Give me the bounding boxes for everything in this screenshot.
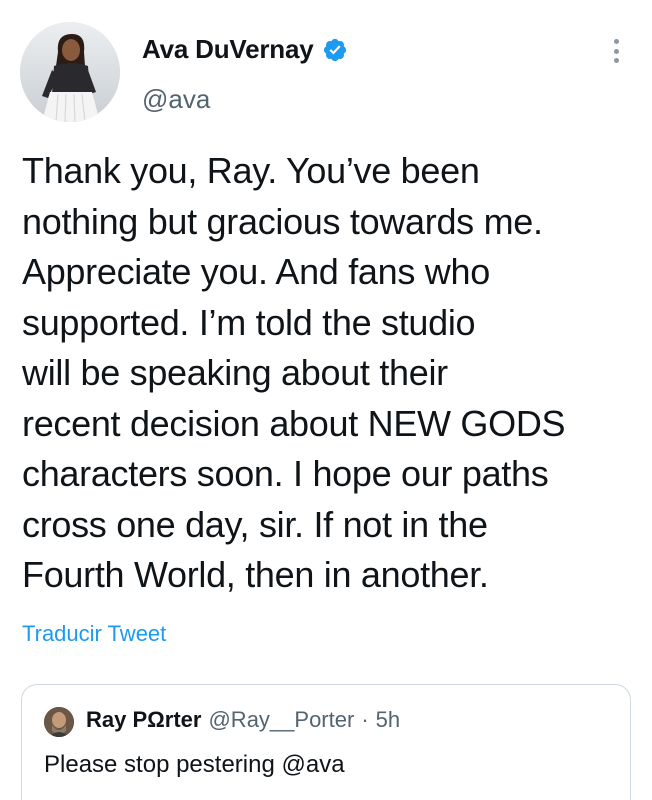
author-handle[interactable]: @ava xyxy=(142,84,210,115)
quoted-tweet-header: Ray PΩrter @Ray__Porter · 5h xyxy=(86,707,400,733)
author-name-row: Ava DuVernay xyxy=(142,34,348,65)
more-options-icon[interactable] xyxy=(606,36,626,66)
tweet-text: Thank you, Ray. You’ve been nothing but … xyxy=(22,150,566,595)
quoted-author-avatar[interactable] xyxy=(44,707,74,737)
tweet-detail: Ava DuVernay @ava Thank you, Ray. You’ve… xyxy=(0,0,652,800)
quoted-author-handle[interactable]: @Ray__Porter xyxy=(208,707,354,733)
quoted-tweet[interactable]: Ray PΩrter @Ray__Porter · 5h Please stop… xyxy=(21,684,631,800)
author-avatar-image xyxy=(20,22,120,122)
quoted-tweet-text: Please stop pestering @ava xyxy=(44,751,345,778)
author-avatar[interactable] xyxy=(20,22,120,122)
author-display-name[interactable]: Ava DuVernay xyxy=(142,34,314,65)
quoted-timestamp[interactable]: 5h xyxy=(376,707,400,733)
quoted-separator: · xyxy=(361,707,369,732)
verified-badge-icon xyxy=(323,38,346,61)
quoted-author-avatar-image xyxy=(44,707,74,737)
quoted-author-name[interactable]: Ray PΩrter xyxy=(86,707,201,733)
translate-tweet-link[interactable]: Traducir Tweet xyxy=(22,621,166,647)
